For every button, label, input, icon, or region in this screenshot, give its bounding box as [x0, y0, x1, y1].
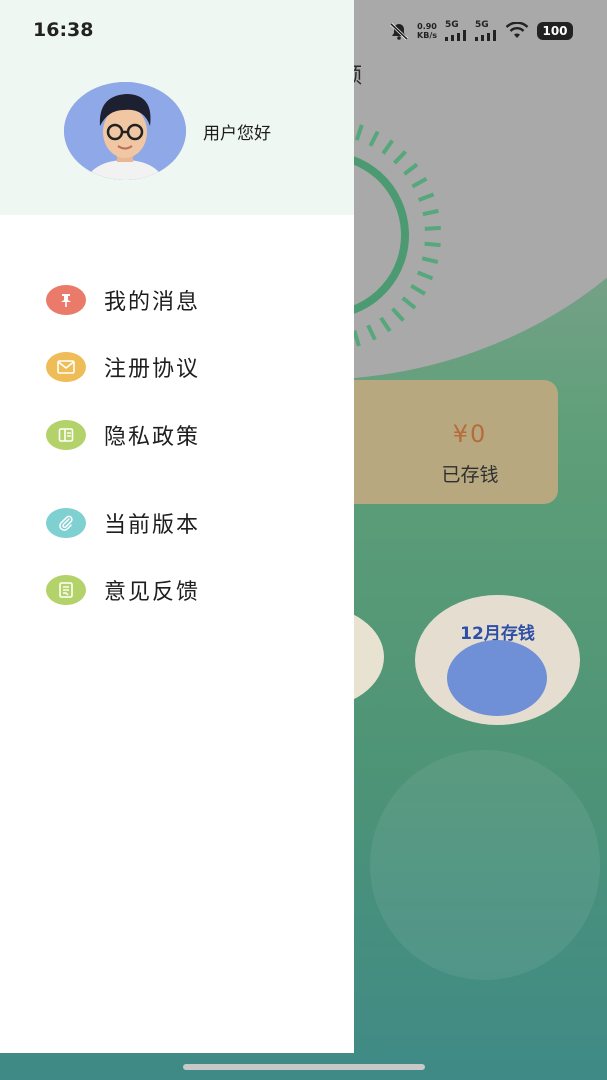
ring-tick: [379, 316, 392, 333]
user-avatar-illustration: [64, 82, 186, 180]
ring-tick: [366, 324, 377, 341]
pin-icon: [46, 285, 86, 315]
home-indicator[interactable]: [183, 1064, 425, 1070]
signal-2: 5G: [475, 21, 497, 41]
menu-label-privacy-policy: 隐私政策: [104, 425, 201, 450]
wifi-icon: [505, 22, 529, 38]
user-greeting[interactable]: 用户您好: [203, 119, 271, 144]
ring-tick: [393, 150, 408, 165]
paperclip-icon: [46, 508, 86, 538]
ring-tick: [410, 284, 426, 296]
network-speed-value: 0.90: [417, 22, 437, 31]
menu-item-my-messages[interactable]: 我的消息: [0, 273, 354, 327]
menu-label-feedback: 意见反馈: [104, 580, 201, 605]
mute-bell-icon: [389, 22, 409, 40]
network-speed: 0.90 KB/s: [417, 22, 437, 40]
piggy-bank-icon: [447, 640, 547, 716]
menu-label-registration-agreement: 注册协议: [104, 357, 201, 382]
ring-tick: [381, 139, 394, 155]
status-time: 16:38: [33, 19, 94, 41]
menu-item-registration-agreement[interactable]: 注册协议: [0, 340, 354, 394]
document-icon: [46, 420, 86, 450]
battery-indicator: 100: [537, 22, 573, 40]
menu-label-my-messages: 我的消息: [104, 290, 201, 315]
signal-1-label: 5G: [445, 20, 459, 30]
coin-jar-illustration: [370, 750, 600, 980]
feedback-icon: [46, 575, 86, 605]
menu-item-feedback[interactable]: 意见反馈: [0, 563, 354, 617]
signal-bars-icon: [475, 30, 496, 41]
avatar[interactable]: [64, 82, 186, 180]
signal-2-label: 5G: [475, 20, 489, 30]
ring-tick: [424, 241, 441, 248]
network-speed-unit: KB/s: [417, 31, 437, 40]
ring-tick: [417, 192, 435, 202]
ring-tick: [352, 330, 361, 347]
ring-tick: [391, 307, 405, 322]
ring-tick: [401, 296, 417, 310]
status-icons: 0.90 KB/s 5G 5G 100: [389, 20, 573, 42]
saved-label: 已存钱: [441, 464, 499, 486]
ring-tick: [403, 162, 419, 176]
signal-bars-icon: [445, 30, 466, 41]
mail-icon: [46, 352, 86, 382]
ring-tick: [354, 124, 364, 141]
ring-tick: [411, 177, 428, 189]
navigation-drawer: 用户您好 我的消息 注册协议 隐私政策 当前版本 意见反馈: [0, 0, 354, 1053]
signal-1: 5G: [445, 21, 467, 41]
ring-tick: [368, 130, 380, 147]
ring-tick: [416, 270, 434, 281]
ring-tick: [421, 256, 439, 265]
saved-amount: ¥0: [452, 420, 488, 448]
ring-tick: [424, 225, 441, 231]
menu-label-current-version: 当前版本: [104, 513, 201, 538]
menu-item-current-version[interactable]: 当前版本: [0, 496, 354, 550]
ring-tick: [422, 208, 439, 217]
status-bar: 16:38 0.90 KB/s 5G 5G 100: [0, 0, 607, 60]
menu-item-privacy-policy[interactable]: 隐私政策: [0, 408, 354, 462]
